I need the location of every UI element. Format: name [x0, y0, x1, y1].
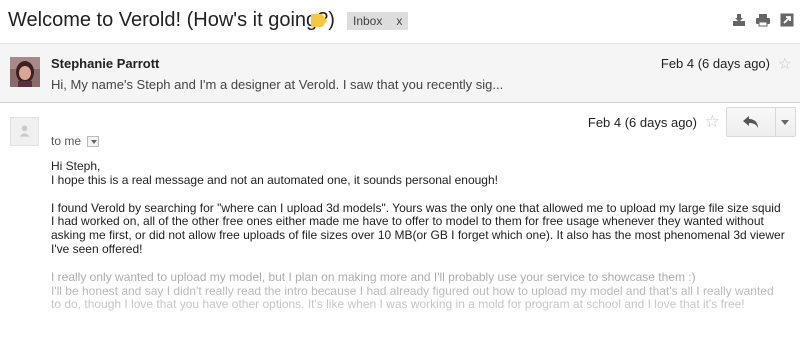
- thread-actions: [732, 13, 794, 27]
- expanded-message: to me Feb 4 (6 days ago) ☆ Hi Steph, I h…: [0, 103, 800, 340]
- body-greeting: Hi Steph,: [51, 159, 101, 173]
- inbox-label-chip: Inbox x: [347, 12, 409, 30]
- inbox-label-text: Inbox: [353, 14, 383, 28]
- new-window-icon[interactable]: [780, 13, 794, 27]
- collapsed-message[interactable]: Stephanie Parrott Hi, My name's Steph an…: [0, 43, 800, 103]
- thread-header: Welcome to Verold! (How's it going?) Inb…: [0, 0, 800, 42]
- reply-icon: [743, 116, 758, 128]
- reply-button[interactable]: [727, 108, 776, 136]
- message-body: Hi Steph, I hope this is a real message …: [51, 159, 786, 312]
- important-label-icon[interactable]: [311, 14, 327, 27]
- body-paragraph: I found Verold by searching for "where c…: [51, 200, 785, 256]
- print-icon[interactable]: [756, 13, 770, 27]
- message-snippet: Hi, My name's Steph and I'm a designer a…: [51, 77, 504, 92]
- more-options-button[interactable]: [775, 108, 795, 136]
- print-all-icon[interactable]: [732, 13, 746, 27]
- sender-name: Stephanie Parrott: [51, 56, 160, 71]
- body-paragraph: I'll be honest and say I didn't really r…: [51, 283, 774, 312]
- body-line: I hope this is a real message and not an…: [51, 172, 498, 187]
- message-date: Feb 4 (6 days ago): [660, 56, 770, 71]
- remove-label-button[interactable]: x: [396, 14, 402, 28]
- default-avatar-icon: [10, 117, 39, 146]
- star-icon[interactable]: ☆: [778, 54, 792, 74]
- sender-avatar: [10, 57, 40, 87]
- body-paragraph: I really only wanted to upload my model,…: [51, 269, 696, 284]
- message-date: Feb 4 (6 days ago): [587, 115, 697, 130]
- recipient-line: to me: [51, 134, 100, 148]
- star-icon[interactable]: ☆: [705, 112, 720, 132]
- thread-subject: Welcome to Verold! (How's it going?): [8, 9, 335, 31]
- reply-button-group: [726, 107, 796, 137]
- show-details-icon[interactable]: [87, 135, 100, 147]
- recipient-text: to me: [51, 134, 82, 148]
